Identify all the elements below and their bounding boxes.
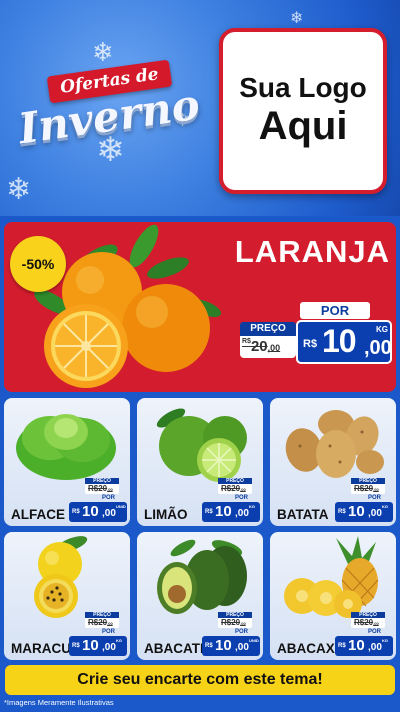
- price-cents: ,00: [364, 337, 392, 359]
- new-price-box: R$ 10 ,00 KG: [69, 636, 127, 656]
- logo-text-line1: Sua Logo: [239, 71, 367, 103]
- discount-badge: -50%: [10, 236, 66, 292]
- disclaimer-text: *Imagens Meramente Ilustrativas: [4, 698, 114, 707]
- price-label: PREÇO: [240, 322, 296, 336]
- por-label: POR: [101, 495, 115, 501]
- old-price: R$20,00: [88, 484, 113, 493]
- price-integer: 10: [322, 323, 357, 359]
- new-price-box: R$ 10 ,00 KG: [296, 320, 392, 364]
- passion-fruit-illustration: [34, 536, 88, 618]
- product-name: BATATA: [277, 507, 329, 522]
- price-tag: PREÇO R$20,00 POR R$ 10 ,00 KG: [202, 478, 260, 522]
- product-card: LIMÃO PREÇO R$20,00 POR R$ 10 ,00 KG: [137, 398, 263, 526]
- snowflake-icon: ❄: [6, 172, 32, 207]
- price-tag: PREÇO R$20,00 POR R$ 10 ,00 UNID: [202, 612, 260, 656]
- new-price-box: R$ 10 ,00 KG: [335, 636, 393, 656]
- product-name: ABACAXI: [277, 641, 339, 656]
- featured-product-name: LARANJA: [234, 234, 390, 269]
- cta-banner[interactable]: Crie seu encarte com este tema!: [5, 665, 395, 695]
- old-price: R$20,00: [221, 618, 246, 627]
- old-price-box: PREÇO R$20,00: [351, 478, 385, 494]
- lettuce-illustration: [16, 414, 116, 480]
- new-price-box: R$ 10 ,00 UNID: [202, 636, 260, 656]
- price-unit: KG: [376, 325, 388, 334]
- old-price: R$20,00: [354, 484, 379, 493]
- logo-text-line2: Aqui: [258, 104, 348, 149]
- product-card: BATATA PREÇO R$20,00 POR R$ 10 ,00 KG: [270, 398, 396, 526]
- price-tag: PREÇO R$20,00 POR R$ 10 ,00 UNID: [69, 478, 127, 522]
- por-label: POR: [234, 629, 248, 635]
- price-tag: PREÇO R$20,00 POR R$ 10 ,00 KG: [335, 612, 393, 656]
- old-price-box: PREÇO R$20,00: [351, 612, 385, 628]
- old-price: R$20,00: [88, 618, 113, 627]
- product-card: ABACAXI PREÇO R$20,00 POR R$ 10 ,00 KG: [270, 532, 396, 660]
- price-tag: PREÇO R$20,00 POR R$ 10 ,00 KG: [335, 478, 393, 522]
- currency: R$: [303, 338, 318, 350]
- old-price-box: PREÇO R$20,00: [85, 612, 119, 628]
- promo-title-line2: Inverno: [15, 79, 203, 154]
- featured-price-tag: POR PREÇO R$20,00 R$ 10 ,00 KG: [240, 302, 392, 368]
- por-label: POR: [101, 629, 115, 635]
- old-price-box: PREÇO R$20,00: [218, 612, 252, 628]
- header-banner: ❄ ❄ ❄ ❄ ❄ Ofertas de Inverno Sua Logo Aq…: [0, 0, 400, 216]
- potato-illustration: [285, 410, 384, 478]
- por-label: POR: [367, 495, 381, 501]
- new-price-box: R$ 10 ,00 UNID: [69, 502, 127, 522]
- product-card: ALFACE PREÇO R$20,00 POR R$ 10 ,00 UNID: [4, 398, 130, 526]
- por-label: POR: [300, 302, 370, 319]
- logo-placeholder: Sua Logo Aqui: [219, 28, 387, 194]
- product-name: ABACATE: [144, 641, 209, 656]
- old-price: R$20,00: [221, 484, 246, 493]
- pineapple-illustration: [284, 536, 379, 618]
- new-price-box: R$ 10 ,00 KG: [335, 502, 393, 522]
- por-label: POR: [234, 495, 248, 501]
- old-price-box: PREÇO R$20,00: [85, 478, 119, 494]
- new-price-box: R$ 10 ,00 KG: [202, 502, 260, 522]
- lime-illustration: [156, 408, 247, 482]
- price-tag: PREÇO R$20,00 POR R$ 10 ,00 KG: [69, 612, 127, 656]
- old-price: R$20,00: [242, 338, 281, 355]
- product-name: LIMÃO: [144, 507, 188, 522]
- old-price-box: PREÇO R$20,00: [218, 478, 252, 494]
- product-card: MARACUJÁ PREÇO R$20,00 POR R$ 10 ,00 KG: [4, 532, 130, 660]
- product-name: ALFACE: [11, 507, 65, 522]
- featured-product-card: -50% LARANJA POR PREÇO R$20,00 R$ 10 ,00…: [4, 222, 396, 392]
- por-label: POR: [367, 629, 381, 635]
- promo-title: Ofertas de Inverno: [14, 59, 204, 170]
- avocado-illustration: [157, 539, 247, 614]
- old-price-box: PREÇO R$20,00: [240, 322, 296, 358]
- old-price: R$20,00: [354, 618, 379, 627]
- snowflake-icon: ❄: [290, 8, 304, 27]
- product-card: ABACATE PREÇO R$20,00 POR R$ 10 ,00 UNID: [137, 532, 263, 660]
